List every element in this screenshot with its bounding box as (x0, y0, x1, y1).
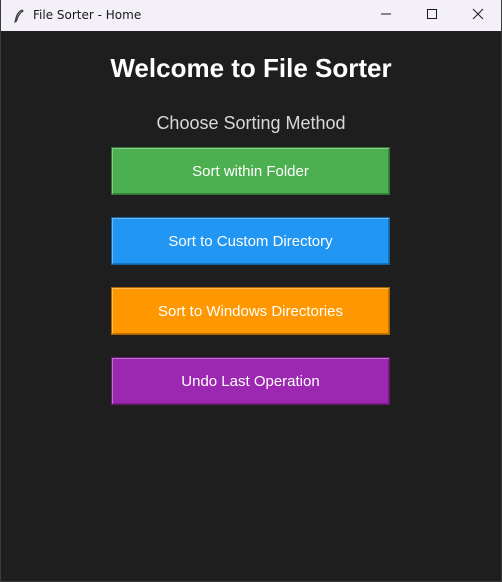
minimize-button[interactable] (363, 0, 409, 31)
main-content: Welcome to File Sorter Choose Sorting Me… (1, 31, 501, 582)
sort-to-windows-directories-button[interactable]: Sort to Windows Directories (111, 287, 390, 335)
section-subtitle: Choose Sorting Method (156, 113, 346, 133)
page-title: Welcome to File Sorter (110, 53, 392, 83)
undo-last-operation-button[interactable]: Undo Last Operation (111, 357, 390, 405)
feather-icon (11, 8, 27, 24)
app-window: File Sorter - Home Welcome to File Sorte… (0, 0, 502, 582)
maximize-icon (426, 8, 438, 23)
title-bar[interactable]: File Sorter - Home (1, 0, 501, 31)
undo-last-operation-label: Undo Last Operation (181, 372, 320, 390)
sort-to-custom-directory-label: Sort to Custom Directory (168, 232, 333, 250)
close-button[interactable] (455, 0, 501, 31)
window-controls (363, 0, 501, 31)
sort-within-folder-label: Sort within Folder (192, 162, 309, 180)
sort-to-custom-directory-button[interactable]: Sort to Custom Directory (111, 217, 390, 265)
minimize-icon (380, 8, 392, 23)
sort-to-windows-directories-label: Sort to Windows Directories (157, 302, 344, 320)
window-title: File Sorter - Home (33, 8, 142, 22)
maximize-button[interactable] (409, 0, 455, 31)
sort-within-folder-button[interactable]: Sort within Folder (111, 147, 390, 195)
close-icon (472, 8, 484, 23)
